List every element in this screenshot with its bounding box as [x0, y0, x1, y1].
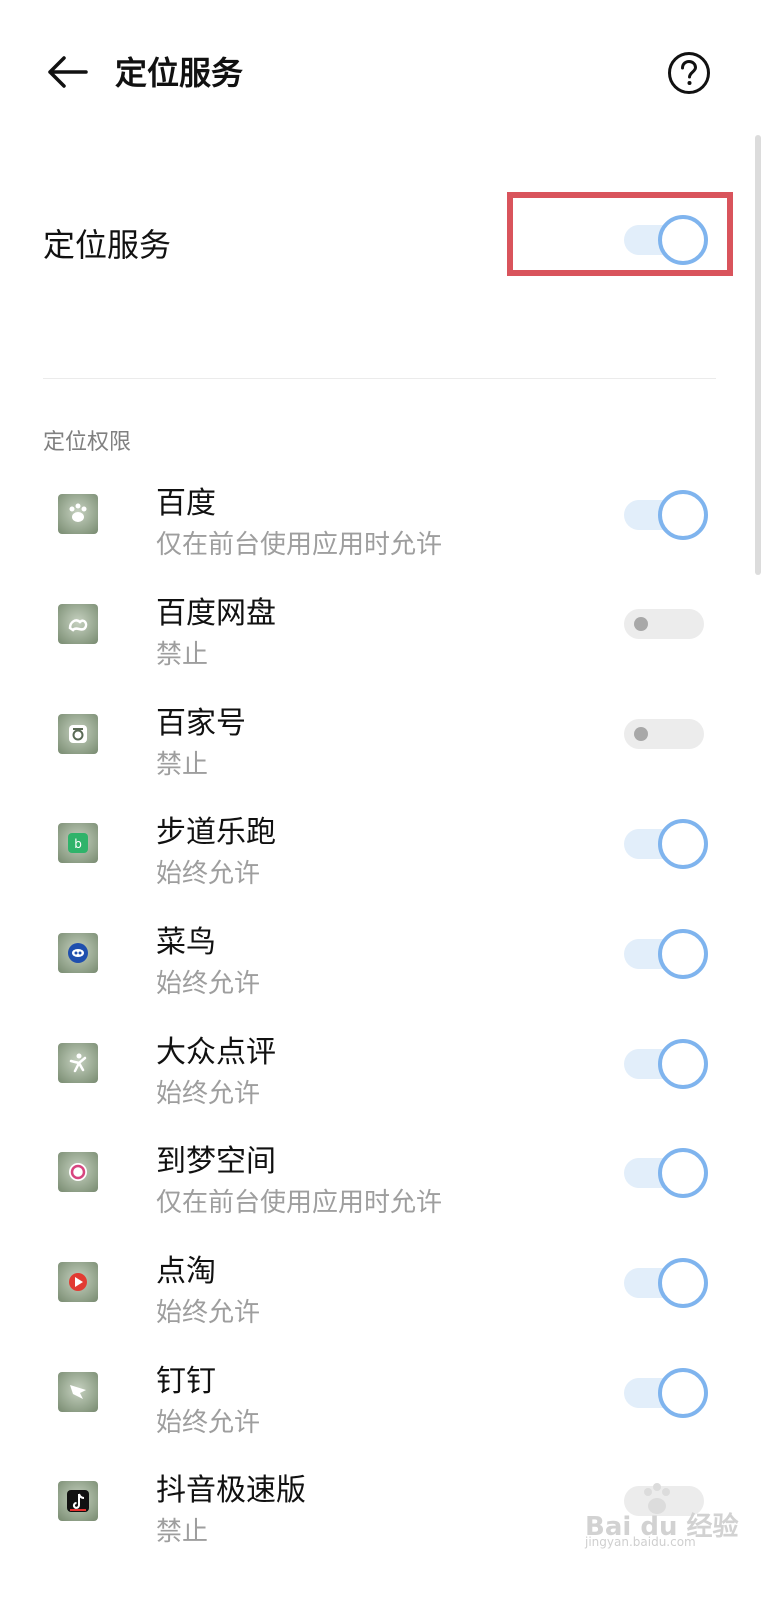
toggle-knob — [658, 1258, 708, 1308]
list-item-app[interactable]: 百家号 禁止 — [0, 698, 774, 808]
app-name: 点淘 — [156, 1254, 216, 1289]
toggle-knob — [658, 1368, 708, 1418]
help-button[interactable] — [667, 51, 711, 95]
app-location-toggle[interactable] — [624, 1146, 714, 1200]
baidu-netdisk-icon — [58, 604, 98, 644]
list-item-app[interactable]: 点淘 始终允许 — [0, 1246, 774, 1356]
app-name: 到梦空间 — [156, 1144, 276, 1179]
location-service-label: 定位服务 — [43, 226, 172, 264]
app-permission-status: 仅在前台使用应用时允许 — [156, 1188, 443, 1218]
list-item-app[interactable]: 菜鸟 始终允许 — [0, 917, 774, 1027]
app-location-toggle[interactable] — [624, 817, 714, 871]
app-name: 百家号 — [156, 706, 246, 741]
toggle-knob — [658, 1039, 708, 1089]
baijiahao-icon — [58, 714, 98, 754]
douyin-lite-icon — [58, 1481, 98, 1521]
watermark-url: jingyan.baidu.com — [585, 1535, 696, 1549]
diantao-icon — [58, 1262, 98, 1302]
app-location-toggle[interactable] — [624, 488, 714, 542]
app-location-toggle[interactable] — [624, 597, 714, 651]
app-location-toggle[interactable] — [624, 927, 714, 981]
app-permission-status: 仅在前台使用应用时允许 — [156, 530, 443, 560]
dianping-icon — [58, 1043, 98, 1083]
app-location-toggle[interactable] — [624, 1037, 714, 1091]
dingtalk-icon — [58, 1372, 98, 1412]
budaolepao-icon: b — [58, 823, 98, 863]
app-permission-status: 始终允许 — [156, 969, 261, 999]
baidu-paw-icon — [58, 494, 98, 534]
app-name: 步道乐跑 — [156, 815, 276, 850]
app-permission-status: 禁止 — [156, 640, 209, 670]
list-item-app[interactable]: 钉钉 始终允许 — [0, 1356, 774, 1466]
toggle-knob — [658, 490, 708, 540]
toggle-knob — [634, 617, 648, 631]
list-item-app[interactable]: 百度 仅在前台使用应用时允许 — [0, 478, 774, 588]
app-permission-status: 始终允许 — [156, 1079, 261, 1109]
app-location-toggle[interactable] — [624, 707, 714, 761]
app-permission-status: 始终允许 — [156, 1298, 261, 1328]
back-button[interactable] — [44, 50, 90, 96]
cainiao-icon — [58, 933, 98, 973]
app-name: 抖音极速版 — [156, 1473, 306, 1508]
svg-text:b: b — [74, 837, 82, 851]
list-item-app[interactable]: 到梦空间 仅在前台使用应用时允许 — [0, 1136, 774, 1246]
app-name: 大众点评 — [156, 1035, 276, 1070]
section-title: 定位权限 — [43, 430, 132, 455]
toggle-knob — [634, 727, 648, 741]
arrow-left-icon — [48, 56, 88, 88]
question-mark-circle-icon — [668, 52, 710, 94]
app-name: 百度 — [156, 486, 216, 521]
toggle-knob — [658, 819, 708, 869]
app-name: 菜鸟 — [156, 925, 216, 960]
section-divider — [43, 378, 716, 379]
toggle-knob — [658, 1148, 708, 1198]
list-item-app[interactable]: b 步道乐跑 始终允许 — [0, 807, 774, 917]
app-name: 钉钉 — [156, 1364, 216, 1399]
list-item-app[interactable]: 百度网盘 禁止 — [0, 588, 774, 698]
top-bar: 定位服务 — [0, 0, 774, 140]
app-location-toggle[interactable] — [624, 1256, 714, 1310]
app-name: 百度网盘 — [156, 596, 276, 631]
app-location-toggle[interactable] — [624, 1366, 714, 1420]
list-item-app[interactable]: 大众点评 始终允许 — [0, 1027, 774, 1137]
app-permission-status: 禁止 — [156, 750, 209, 780]
toggle-knob — [658, 929, 708, 979]
app-permission-status: 始终允许 — [156, 1408, 261, 1438]
highlight-annotation-box — [507, 192, 733, 276]
page-title: 定位服务 — [115, 54, 244, 92]
app-permission-status: 禁止 — [156, 1517, 209, 1547]
app-permission-status: 始终允许 — [156, 859, 261, 889]
daomeng-icon — [58, 1152, 98, 1192]
